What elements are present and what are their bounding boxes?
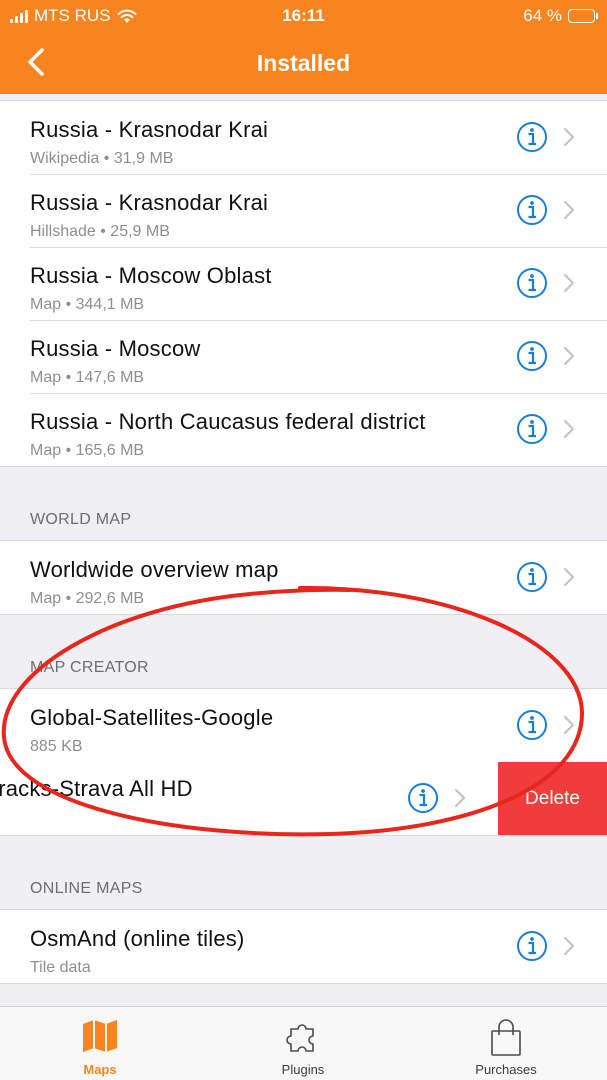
chevron-right-icon	[563, 715, 575, 735]
list-item-subtitle: Map • 292,6 MB	[30, 590, 145, 607]
info-icon[interactable]	[516, 709, 548, 741]
status-time: 16:11	[282, 6, 325, 25]
app-header: MTS RUS 16:11 64 % Installed	[0, 0, 607, 94]
list-item-subtitle: 885 KB	[30, 738, 83, 755]
installed-maps-list[interactable]: Russia - Krasnodar Krai Wikipedia • 31,9 …	[0, 94, 607, 1006]
tab-plugins[interactable]: Plugins	[203, 1007, 403, 1080]
list-item-subtitle: Map • 147,6 MB	[30, 369, 145, 386]
info-icon[interactable]	[516, 194, 548, 226]
list-item-title: Global-Satellites-Google	[30, 705, 274, 730]
section-header-map-creator: MAP CREATOR	[30, 659, 149, 676]
swiped-item-title: y GPS tracks-Strava All HD	[0, 776, 193, 801]
map-icon	[83, 1020, 117, 1052]
status-bar: MTS RUS 16:11 64 %	[0, 0, 607, 32]
swiped-list-item[interactable]: y GPS tracks-Strava All HD Delete	[0, 762, 607, 835]
tab-bar: Maps Plugins Purchases	[0, 1006, 607, 1080]
list-item[interactable]: Russia - Moscow Oblast Map • 344,1 MB	[0, 247, 607, 320]
regions-group: Russia - Krasnodar Krai Wikipedia • 31,9 …	[0, 100, 607, 467]
chevron-right-icon	[563, 419, 575, 439]
chevron-right-icon	[563, 936, 575, 956]
list-item-title: Russia - Krasnodar Krai	[30, 190, 269, 215]
list-item-subtitle: Map • 165,6 MB	[30, 442, 145, 459]
info-icon[interactable]	[407, 782, 439, 814]
chevron-right-icon	[563, 200, 575, 220]
list-item-title: Russia - Krasnodar Krai	[30, 117, 269, 142]
info-icon[interactable]	[516, 930, 548, 962]
chevron-right-icon	[563, 127, 575, 147]
list-item[interactable]: Russia - North Caucasus federal district…	[0, 393, 607, 466]
map-creator-group: Global-Satellites-Google 885 KB y GPS tra…	[0, 688, 607, 836]
list-item-title: Russia - Moscow	[30, 336, 201, 361]
list-item-subtitle: Map • 344,1 MB	[30, 296, 145, 313]
chevron-right-icon	[563, 346, 575, 366]
info-icon[interactable]	[516, 340, 548, 372]
page-title: Installed	[256, 50, 351, 76]
battery-percent: 64 %	[523, 6, 562, 25]
shopping-bag-icon	[491, 1019, 521, 1056]
list-item-subtitle: Hillshade • 25,9 MB	[30, 223, 170, 240]
chevron-right-icon	[563, 567, 575, 587]
tab-maps-label: Maps	[83, 1062, 117, 1077]
list-item[interactable]: Russia - Krasnodar Krai Hillshade • 25,9 …	[0, 174, 607, 247]
list-item-subtitle: Tile data	[30, 959, 91, 976]
tab-purchases-label: Purchases	[475, 1062, 537, 1077]
tab-purchases[interactable]: Purchases	[406, 1007, 606, 1080]
list-item-subtitle: Wikipedia • 31,9 MB	[30, 150, 174, 167]
navigation-bar: Installed	[0, 34, 607, 92]
list-item[interactable]: Worldwide overview map Map • 292,6 MB	[0, 541, 607, 614]
online-maps-group: OsmAnd (online tiles) Tile data	[0, 909, 607, 984]
tab-plugins-label: Plugins	[281, 1062, 325, 1077]
section-header-world-map: WORLD MAP	[30, 511, 132, 528]
info-icon[interactable]	[516, 267, 548, 299]
list-item[interactable]: Global-Satellites-Google 885 KB	[0, 689, 607, 762]
info-icon[interactable]	[516, 561, 548, 593]
chevron-right-icon	[454, 788, 466, 808]
list-item[interactable]: Russia - Krasnodar Krai Wikipedia • 31,9 …	[0, 101, 607, 174]
list-item[interactable]: OsmAnd (online tiles) Tile data	[0, 910, 607, 983]
list-item-title: OsmAnd (online tiles)	[30, 926, 245, 951]
tab-maps[interactable]: Maps	[0, 1007, 200, 1080]
list-item-title: Russia - Moscow Oblast	[30, 263, 272, 288]
info-icon[interactable]	[516, 413, 548, 445]
list-item[interactable]: Russia - Moscow Map • 147,6 MB	[0, 320, 607, 393]
delete-button[interactable]: Delete	[498, 762, 607, 835]
info-icon[interactable]	[516, 121, 548, 153]
world-map-group: Worldwide overview map Map • 292,6 MB	[0, 540, 607, 615]
chevron-right-icon	[563, 273, 575, 293]
section-header-online-maps: ONLINE MAPS	[30, 880, 143, 897]
list-item-title: Worldwide overview map	[30, 557, 279, 582]
battery-icon	[568, 9, 598, 23]
puzzle-icon	[286, 1024, 314, 1052]
list-item-title: Russia - North Caucasus federal district	[30, 409, 426, 434]
